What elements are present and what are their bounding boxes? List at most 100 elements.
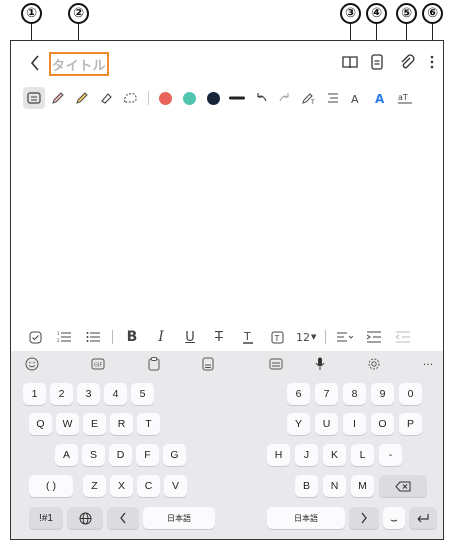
text-convert-button[interactable]: aT: [394, 87, 416, 109]
text-color-icon: T: [243, 330, 253, 344]
undo-icon: [257, 93, 267, 102]
text-color-button[interactable]: T: [238, 327, 258, 347]
cursor-right-key[interactable]: [349, 507, 379, 529]
redo-button[interactable]: [274, 87, 296, 109]
key-8[interactable]: 8: [343, 383, 366, 405]
keyboard-mode-button[interactable]: [23, 87, 45, 109]
key-a[interactable]: A: [55, 444, 78, 466]
pen-button[interactable]: [47, 87, 69, 109]
checkbox-button[interactable]: [25, 327, 45, 347]
voice-input-button[interactable]: [311, 355, 329, 373]
key-b[interactable]: B: [295, 475, 318, 497]
color-navy-button[interactable]: [202, 87, 224, 109]
stroke-width-button[interactable]: [226, 87, 248, 109]
undo-button[interactable]: [250, 87, 272, 109]
more-icon: [430, 55, 434, 69]
highlight-button[interactable]: T: [267, 327, 287, 347]
numbered-list-button[interactable]: 12: [54, 327, 74, 347]
clipboard-button[interactable]: [145, 355, 163, 373]
align-button[interactable]: [335, 327, 355, 347]
book-view-button[interactable]: [341, 53, 359, 71]
key-w[interactable]: W: [56, 413, 79, 435]
underline-button[interactable]: U: [180, 327, 200, 347]
key-parentheses[interactable]: ( ): [29, 475, 73, 497]
key-c[interactable]: C: [137, 475, 160, 497]
page-settings-button[interactable]: [368, 53, 386, 71]
outdent-icon: [396, 331, 411, 343]
bold-button[interactable]: B: [122, 327, 142, 347]
keyboard-mode-toggle[interactable]: [199, 355, 217, 373]
note-canvas[interactable]: [11, 113, 443, 323]
italic-icon: I: [158, 329, 164, 345]
straighten-button[interactable]: [322, 87, 344, 109]
key-4[interactable]: 4: [104, 383, 127, 405]
key-h[interactable]: H: [267, 444, 290, 466]
key-0[interactable]: 0: [399, 383, 422, 405]
globe-icon: [79, 512, 91, 524]
key-k[interactable]: K: [323, 444, 346, 466]
key-j[interactable]: J: [295, 444, 318, 466]
key-r[interactable]: R: [110, 413, 133, 435]
key-e[interactable]: E: [83, 413, 106, 435]
key-t[interactable]: T: [137, 413, 160, 435]
key-l[interactable]: L: [351, 444, 374, 466]
key-y[interactable]: Y: [287, 413, 310, 435]
enter-key[interactable]: [409, 507, 437, 529]
highlighter-button[interactable]: [71, 87, 93, 109]
one-hand-button[interactable]: [267, 355, 285, 373]
key-g[interactable]: G: [163, 444, 186, 466]
key-5[interactable]: 5: [131, 383, 154, 405]
more-options-button[interactable]: [423, 53, 441, 71]
key-o[interactable]: O: [371, 413, 394, 435]
outdent-button[interactable]: [393, 327, 413, 347]
key-n[interactable]: N: [323, 475, 346, 497]
key-m[interactable]: M: [351, 475, 374, 497]
color-teal-button[interactable]: [178, 87, 200, 109]
back-icon: [30, 55, 39, 71]
emoji-button[interactable]: [23, 355, 41, 373]
handwriting-to-text-button[interactable]: T: [298, 87, 320, 109]
bullet-list-button[interactable]: [83, 327, 103, 347]
backspace-key[interactable]: [379, 475, 427, 497]
sticker-button[interactable]: GIF: [89, 355, 107, 373]
text-size-button[interactable]: A: [346, 87, 368, 109]
key-3[interactable]: 3: [77, 383, 100, 405]
back-button[interactable]: [27, 53, 43, 73]
font-size-value: 12: [296, 330, 310, 344]
key-1[interactable]: 1: [23, 383, 46, 405]
space-key-right[interactable]: 日本語: [267, 507, 345, 529]
attach-button[interactable]: [398, 53, 416, 71]
italic-button[interactable]: I: [151, 327, 171, 347]
key-f[interactable]: F: [136, 444, 159, 466]
key-q[interactable]: Q: [29, 413, 52, 435]
key-hyphen[interactable]: -: [379, 444, 402, 466]
keyboard-more-button[interactable]: ···: [419, 355, 437, 373]
key-s[interactable]: S: [82, 444, 105, 466]
key-i[interactable]: I: [343, 413, 366, 435]
keyboard-settings-button[interactable]: [365, 355, 383, 373]
key-7[interactable]: 7: [315, 383, 338, 405]
space-key-left[interactable]: 日本語: [143, 507, 215, 529]
eraser-button[interactable]: [95, 87, 117, 109]
symbol-key[interactable]: !#1: [29, 507, 63, 529]
indent-button[interactable]: [364, 327, 384, 347]
key-9[interactable]: 9: [371, 383, 394, 405]
cursor-left-key[interactable]: [107, 507, 139, 529]
ink-style-button[interactable]: A: [370, 87, 392, 109]
key-x[interactable]: X: [110, 475, 133, 497]
key-2[interactable]: 2: [50, 383, 73, 405]
key-d[interactable]: D: [109, 444, 132, 466]
key-u[interactable]: U: [315, 413, 338, 435]
key-p[interactable]: P: [399, 413, 422, 435]
strikethrough-button[interactable]: T: [209, 327, 229, 347]
title-field[interactable]: タイトル: [49, 52, 109, 76]
key-v[interactable]: V: [164, 475, 187, 497]
svg-text:2: 2: [57, 338, 60, 343]
dakuten-key[interactable]: [383, 507, 405, 529]
language-key[interactable]: [67, 507, 103, 529]
key-z[interactable]: Z: [83, 475, 106, 497]
lasso-button[interactable]: [119, 87, 141, 109]
font-size-dropdown[interactable]: 12 ▼: [296, 327, 316, 347]
color-red-button[interactable]: [154, 87, 176, 109]
key-6[interactable]: 6: [287, 383, 310, 405]
